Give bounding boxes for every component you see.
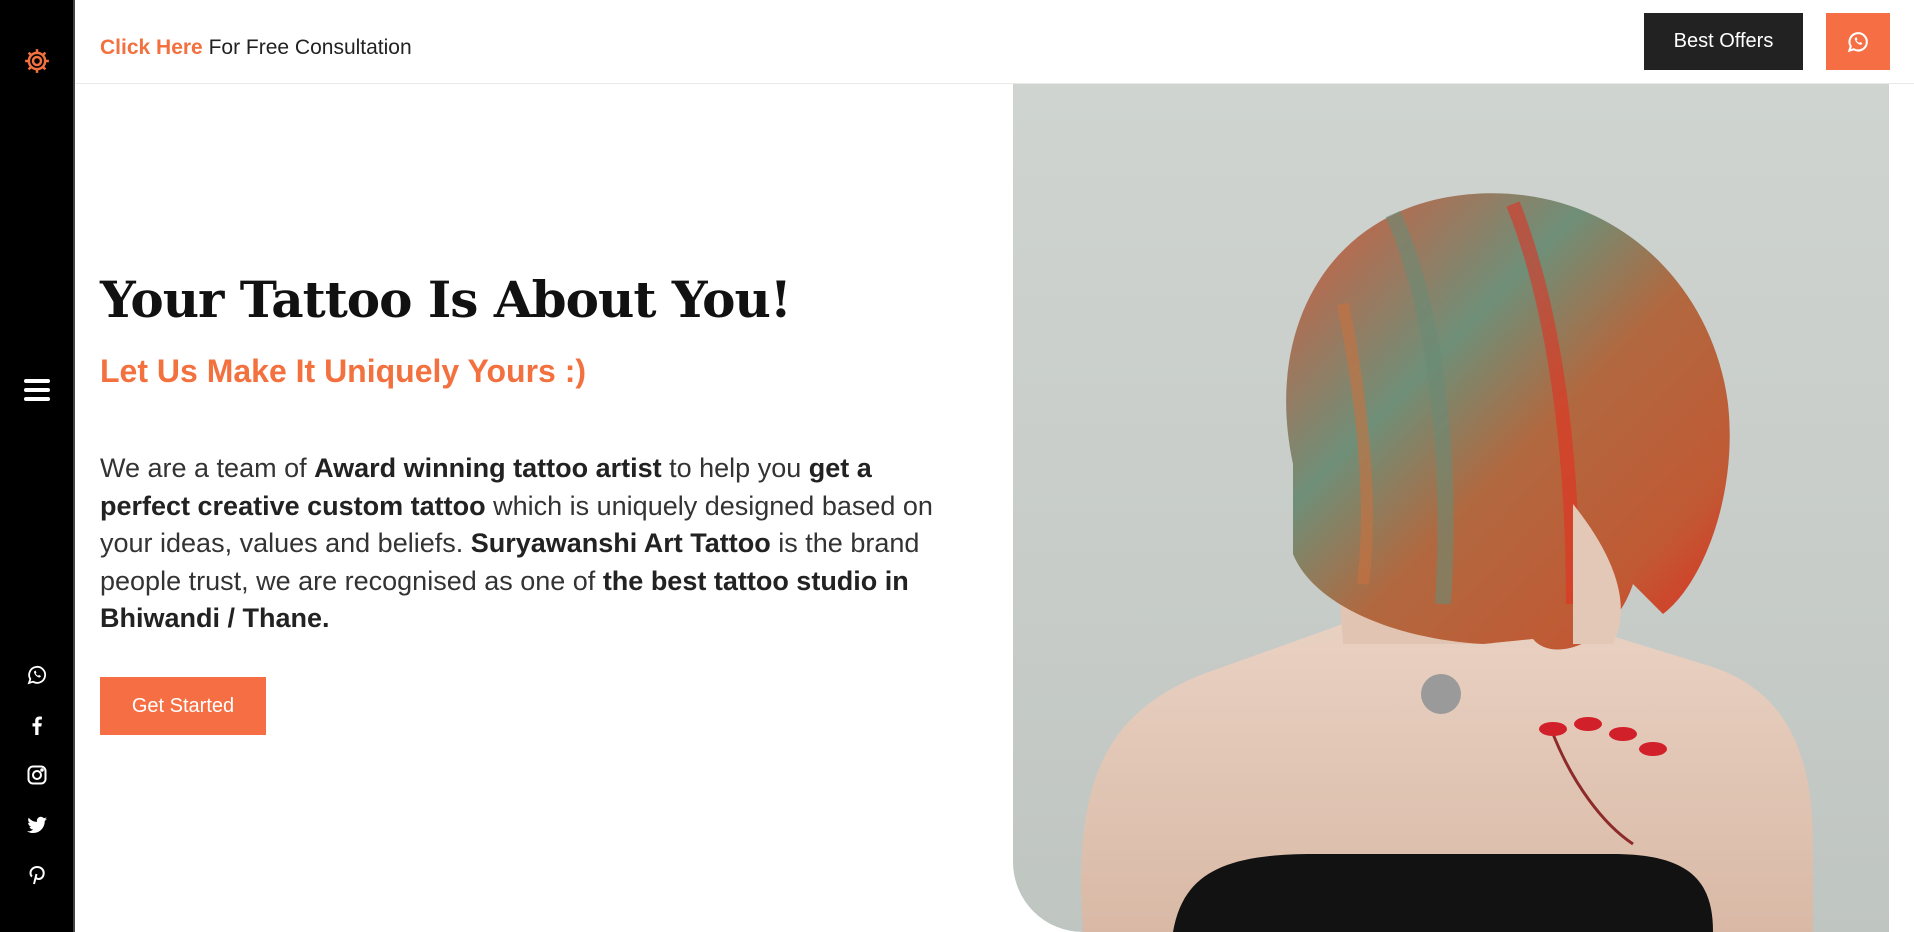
hero-content: Your Tattoo Is About You! Let Us Make It… bbox=[100, 270, 960, 638]
hero-title: Your Tattoo Is About You! bbox=[100, 270, 792, 329]
whatsapp-button[interactable] bbox=[1826, 13, 1890, 70]
gear-icon[interactable] bbox=[20, 44, 54, 78]
twitter-icon[interactable] bbox=[22, 810, 52, 840]
woman-with-tattoo-illustration bbox=[1081, 193, 1813, 932]
get-started-button[interactable]: Get Started bbox=[100, 677, 266, 735]
hero-subtitle: Let Us Make It Uniquely Yours :) bbox=[100, 353, 587, 389]
whatsapp-icon[interactable] bbox=[22, 660, 52, 690]
facebook-icon[interactable] bbox=[22, 710, 52, 740]
click-here-link[interactable]: Click Here bbox=[100, 36, 203, 59]
sidebar bbox=[0, 0, 75, 932]
hero-description: We are a team of Award winning tattoo ar… bbox=[100, 453, 933, 633]
consultation-banner: Click Here For Free Consultation bbox=[100, 36, 412, 60]
whatsapp-icon bbox=[1847, 31, 1868, 52]
hero-image bbox=[1013, 84, 1889, 932]
hamburger-menu-icon[interactable] bbox=[23, 376, 51, 404]
instagram-icon[interactable] bbox=[22, 760, 52, 790]
social-links bbox=[22, 660, 52, 890]
best-offers-button[interactable]: Best Offers bbox=[1644, 13, 1803, 70]
top-bar: Click Here For Free Consultation Best Of… bbox=[76, 0, 1914, 84]
pinterest-icon[interactable] bbox=[22, 860, 52, 890]
consultation-text: For Free Consultation bbox=[202, 36, 412, 59]
